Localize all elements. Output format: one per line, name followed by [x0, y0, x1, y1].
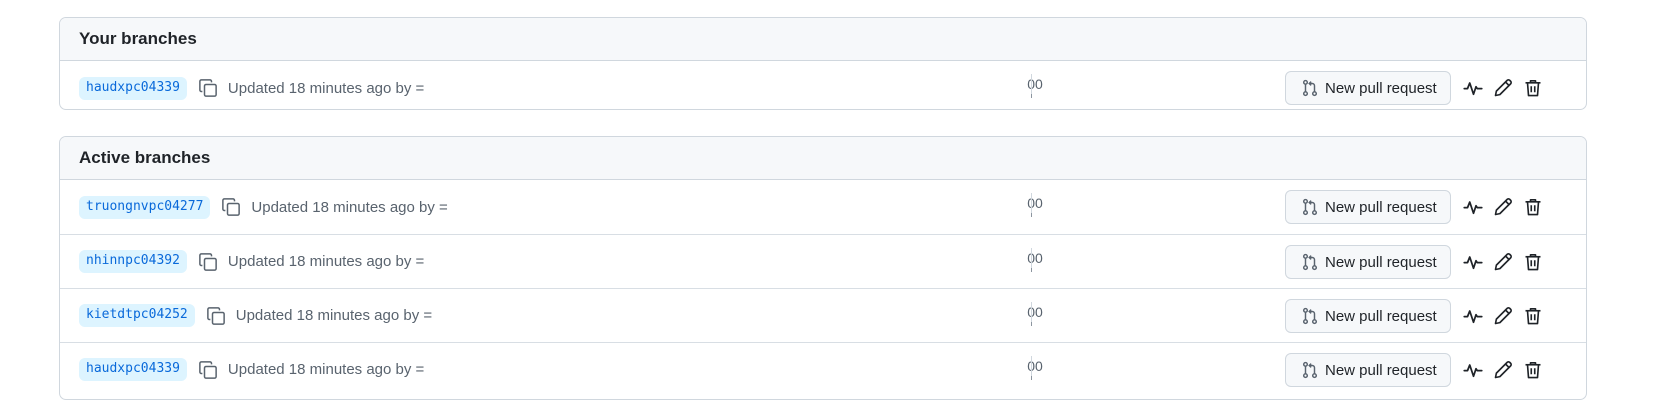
ahead-behind-divider	[1031, 74, 1032, 96]
your-branches-heading: Your branches	[60, 18, 1586, 61]
row-actions	[1463, 235, 1543, 288]
branch-name-link[interactable]: kietdtpc04252	[79, 304, 195, 327]
ahead-behind-tick	[1031, 94, 1032, 98]
git-pull-request-icon	[1301, 307, 1319, 325]
git-pull-request-icon	[1301, 79, 1319, 97]
ahead-count: 0	[1035, 304, 1043, 320]
row-actions	[1463, 289, 1543, 342]
branch-row: nhinnpc04392 Updated 18 minutes ago by =…	[60, 234, 1586, 288]
ahead-behind-divider	[1031, 356, 1032, 378]
git-pull-request-icon	[1301, 198, 1319, 216]
ahead-behind-tick	[1031, 376, 1032, 380]
updated-text: Updated 18 minutes ago by =	[227, 361, 425, 378]
new-pull-request-label: New pull request	[1325, 307, 1437, 325]
branch-info: nhinnpc04392 Updated 18 minutes ago by =	[79, 235, 424, 288]
pulse-icon[interactable]	[1463, 197, 1483, 217]
ahead-behind-counts[interactable]: 0 0	[1020, 356, 1060, 384]
branch-row: kietdtpc04252 Updated 18 minutes ago by …	[60, 288, 1586, 342]
new-pull-request-button[interactable]: New pull request	[1285, 190, 1451, 224]
new-pull-request-label: New pull request	[1325, 253, 1437, 271]
branch-row: truongnvpc04277 Updated 18 minutes ago b…	[60, 180, 1586, 234]
ahead-behind-tick	[1031, 213, 1032, 217]
branch-info: haudxpc04339 Updated 18 minutes ago by =	[79, 61, 425, 109]
ahead-count: 0	[1035, 76, 1043, 92]
branch-info: truongnvpc04277 Updated 18 minutes ago b…	[79, 180, 448, 234]
ahead-behind-tick	[1031, 322, 1032, 326]
ahead-behind-divider	[1031, 302, 1032, 324]
row-actions	[1463, 343, 1543, 396]
trash-icon[interactable]	[1523, 78, 1543, 98]
branch-name-link[interactable]: truongnvpc04277	[79, 195, 211, 219]
ahead-behind-counts[interactable]: 0 0	[1020, 248, 1060, 276]
ahead-count: 0	[1035, 195, 1043, 211]
pencil-icon[interactable]	[1493, 252, 1513, 272]
ahead-behind-counts[interactable]: 0 0	[1020, 74, 1060, 102]
new-pull-request-button[interactable]: New pull request	[1285, 71, 1451, 105]
pulse-icon[interactable]	[1463, 306, 1483, 326]
branch-row: haudxpc04339 Updated 18 minutes ago by =…	[60, 61, 1586, 109]
ahead-behind-counts[interactable]: 0 0	[1020, 302, 1060, 330]
trash-icon[interactable]	[1523, 197, 1543, 217]
branch-name-link[interactable]: haudxpc04339	[79, 76, 187, 100]
branch-name-link[interactable]: haudxpc04339	[79, 358, 187, 381]
ahead-count: 0	[1035, 358, 1043, 374]
new-pull-request-button[interactable]: New pull request	[1285, 299, 1451, 333]
branch-info: haudxpc04339 Updated 18 minutes ago by =	[79, 343, 424, 396]
pencil-icon[interactable]	[1493, 306, 1513, 326]
your-branches-list: haudxpc04339 Updated 18 minutes ago by =…	[60, 61, 1586, 109]
git-pull-request-icon	[1301, 253, 1319, 271]
ahead-behind-divider	[1031, 193, 1032, 215]
copy-icon[interactable]	[197, 251, 219, 273]
copy-icon[interactable]	[220, 196, 242, 218]
active-branches-box: Active branches truongnvpc04277 Updated …	[59, 136, 1587, 400]
branch-name-link[interactable]: nhinnpc04392	[79, 250, 187, 273]
updated-text: Updated 18 minutes ago by =	[227, 253, 425, 270]
active-branches-list: truongnvpc04277 Updated 18 minutes ago b…	[60, 180, 1586, 396]
updated-text: Updated 18 minutes ago by =	[227, 79, 425, 97]
new-pull-request-label: New pull request	[1325, 198, 1437, 216]
active-branches-heading: Active branches	[60, 137, 1586, 180]
new-pull-request-label: New pull request	[1325, 361, 1437, 379]
row-actions	[1463, 180, 1543, 234]
pulse-icon[interactable]	[1463, 252, 1483, 272]
updated-text: Updated 18 minutes ago by =	[235, 307, 433, 324]
branch-info: kietdtpc04252 Updated 18 minutes ago by …	[79, 289, 432, 342]
row-actions	[1463, 61, 1543, 109]
trash-icon[interactable]	[1523, 252, 1543, 272]
ahead-behind-divider	[1031, 248, 1032, 270]
new-pull-request-button[interactable]: New pull request	[1285, 353, 1451, 387]
pencil-icon[interactable]	[1493, 197, 1513, 217]
pulse-icon[interactable]	[1463, 360, 1483, 380]
git-pull-request-icon	[1301, 361, 1319, 379]
copy-icon[interactable]	[197, 359, 219, 381]
new-pull-request-button[interactable]: New pull request	[1285, 245, 1451, 279]
ahead-behind-tick	[1031, 268, 1032, 272]
pencil-icon[interactable]	[1493, 360, 1513, 380]
copy-icon[interactable]	[197, 77, 219, 99]
ahead-count: 0	[1035, 250, 1043, 266]
trash-icon[interactable]	[1523, 306, 1543, 326]
updated-text: Updated 18 minutes ago by =	[251, 198, 448, 216]
new-pull-request-label: New pull request	[1325, 79, 1437, 97]
trash-icon[interactable]	[1523, 360, 1543, 380]
ahead-behind-counts[interactable]: 0 0	[1020, 193, 1060, 221]
pencil-icon[interactable]	[1493, 78, 1513, 98]
your-branches-box: Your branches haudxpc04339 Updated 18 mi…	[59, 17, 1587, 110]
copy-icon[interactable]	[205, 305, 227, 327]
pulse-icon[interactable]	[1463, 78, 1483, 98]
branch-row: haudxpc04339 Updated 18 minutes ago by =…	[60, 342, 1586, 396]
